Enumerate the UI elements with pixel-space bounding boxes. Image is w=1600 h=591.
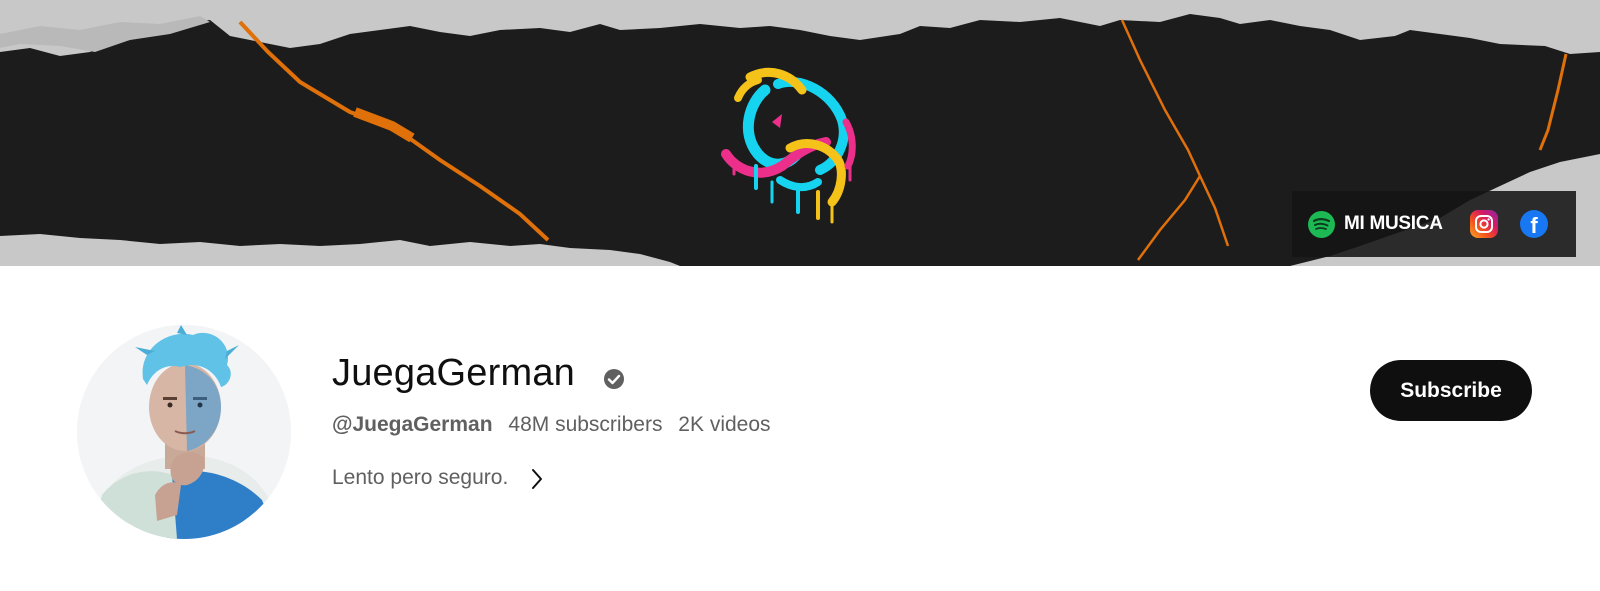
- channel-description: Lento pero seguro.: [332, 466, 509, 489]
- channel-description-link[interactable]: Lento pero seguro.: [332, 466, 544, 490]
- channel-avatar[interactable]: [77, 325, 291, 539]
- chevron-right-icon: [532, 469, 543, 489]
- verified-check-icon: [604, 369, 624, 389]
- banner-links: MI MUSICA f: [1292, 191, 1576, 257]
- video-count: 2K videos: [678, 413, 771, 436]
- instagram-icon[interactable]: [1470, 210, 1498, 238]
- channel-name: JuegaGerman: [332, 352, 576, 394]
- channel-meta: @JuegaGerman 48M subscribers 2K videos: [332, 413, 781, 437]
- subscriber-count: 48M subscribers: [508, 413, 663, 436]
- channel-logo: [721, 68, 856, 224]
- subscribe-button[interactable]: Subscribe: [1370, 360, 1532, 421]
- mi-musica-link[interactable]: MI MUSICA: [1344, 213, 1443, 235]
- facebook-icon[interactable]: f: [1520, 210, 1548, 238]
- spotify-icon[interactable]: [1308, 210, 1335, 238]
- channel-handle: @JuegaGerman: [332, 413, 493, 436]
- channel-banner: MI MUSICA f: [0, 0, 1600, 266]
- avatar-image: [77, 325, 291, 539]
